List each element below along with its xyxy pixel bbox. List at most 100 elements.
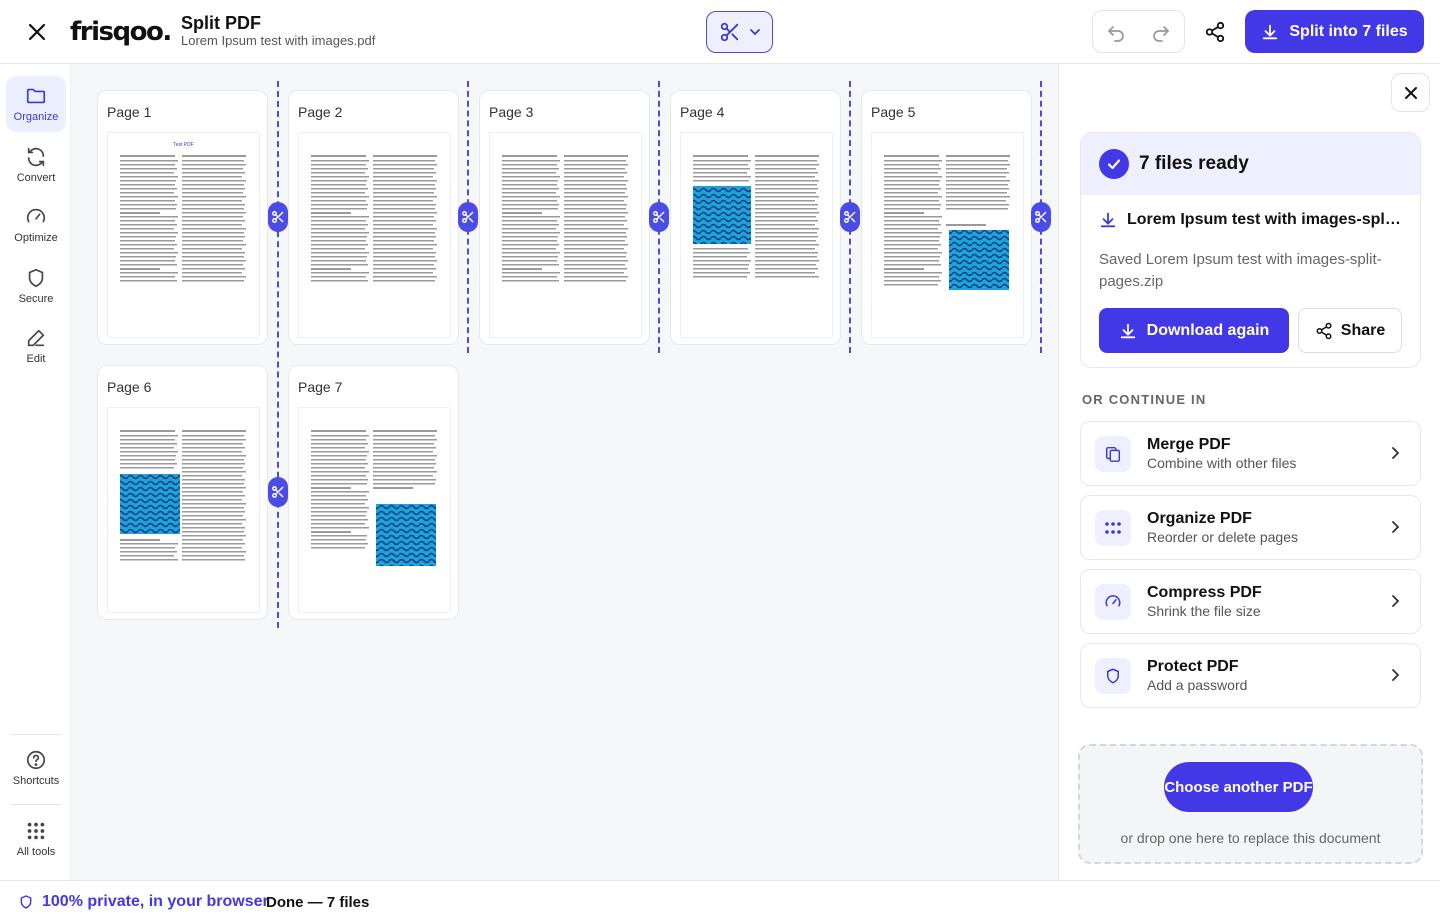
page-card[interactable]: Page 2 (288, 90, 459, 345)
output-file-row: Lorem Ipsum test with images-split-pages… (1099, 211, 1409, 229)
undo-redo-group (1092, 10, 1185, 53)
files-ready-card: 7 files ready Lorem Ipsum test with imag… (1080, 132, 1421, 368)
saved-message: Saved Lorem Ipsum test with images-split… (1099, 251, 1382, 290)
top-bar: frisqoo. Split PDF Lorem Ipsum test with… (0, 0, 1440, 64)
rail-label: Convert (16, 172, 56, 184)
chevron-right-icon (1388, 667, 1402, 683)
split-marker-button[interactable] (1031, 202, 1051, 232)
download-again-label: Download again (1146, 321, 1270, 339)
privacy-indicator: 100% private, in your browser (18, 893, 269, 911)
split-marker-button[interactable] (649, 202, 669, 232)
undo-button[interactable] (1093, 11, 1139, 52)
gauge-icon (25, 206, 47, 228)
page-canvas: Page 1 Test PDF Page 2 Page 3 Page 4 Pag… (71, 64, 1058, 880)
page-label: Page 7 (298, 379, 343, 395)
grid-icon (25, 820, 47, 842)
scissors-icon (271, 485, 285, 499)
tool-merge-pdf[interactable]: Merge PDF Combine with other files (1080, 421, 1421, 486)
shield-icon (1095, 658, 1131, 694)
close-panel-button[interactable] (1391, 73, 1430, 112)
split-marker-button[interactable] (840, 202, 860, 232)
page-thumbnail (489, 132, 642, 338)
page-card[interactable]: Page 6 (97, 365, 268, 620)
thumb-title: Test PDF (173, 142, 194, 148)
page-card[interactable]: Page 5 (861, 90, 1032, 345)
choose-another-pdf-button[interactable]: Choose another PDF (1164, 762, 1313, 812)
document-filename: Lorem Ipsum test with images.pdf (181, 33, 376, 48)
rail-label: Edit (26, 353, 46, 365)
split-marker-button[interactable] (268, 477, 288, 507)
tool-rail: Organize Convert Optimize Secure Edit Sh… (0, 64, 71, 880)
scissors-icon (719, 21, 741, 43)
download-icon (1119, 322, 1137, 340)
download-icon (1261, 23, 1279, 41)
page-card[interactable]: Page 4 (670, 90, 841, 345)
page-thumbnail (107, 407, 260, 613)
share-icon (1315, 322, 1333, 340)
files-ready-header: 7 files ready (1081, 133, 1420, 195)
tool-name: Merge PDF (1147, 436, 1231, 453)
rail-item-convert[interactable]: Convert (6, 137, 66, 193)
rail-item-edit[interactable]: Edit (6, 318, 66, 374)
tool-organize-pdf[interactable]: Organize PDF Reorder or delete pages (1080, 495, 1421, 560)
file-drop-zone[interactable]: Choose another PDF or drop one here to r… (1078, 744, 1423, 864)
share-label: Share (1340, 321, 1386, 339)
rail-item-secure[interactable]: Secure (6, 258, 66, 314)
merge-icon (1095, 436, 1131, 472)
status-bar: 100% private, in your browser Done — 7 f… (0, 880, 1440, 923)
scissors-icon (271, 210, 285, 224)
page-thumbnail (871, 132, 1024, 338)
tool-name: Protect PDF (1147, 658, 1239, 675)
drop-hint: or drop one here to replace this documen… (1120, 830, 1381, 846)
privacy-text: 100% private, in your browser (42, 893, 269, 910)
chevron-right-icon (1388, 593, 1402, 609)
split-mode-dropdown[interactable] (706, 11, 773, 53)
page-thumbnail (680, 132, 833, 338)
chevron-right-icon (1388, 445, 1402, 461)
split-into-files-button[interactable]: Split into 7 files (1245, 10, 1424, 53)
close-icon[interactable] (22, 17, 52, 47)
page-label: Page 1 (107, 104, 152, 120)
rail-item-organize[interactable]: Organize (6, 76, 66, 132)
help-icon (25, 749, 47, 771)
tool-description: Shrink the file size (1147, 603, 1261, 619)
tool-description: Combine with other files (1147, 455, 1297, 471)
rail-item-shortcuts[interactable]: Shortcuts (6, 740, 66, 796)
page-card[interactable]: Page 3 (479, 90, 650, 345)
undo-icon (1106, 22, 1126, 42)
rail-label: Organize (13, 111, 59, 123)
rail-item-optimize[interactable]: Optimize (6, 197, 66, 253)
share-icon[interactable] (1199, 16, 1231, 48)
split-cut-line (277, 81, 279, 628)
refresh-icon (25, 146, 47, 168)
page-card[interactable]: Page 1 Test PDF (97, 90, 268, 345)
page-label: Page 2 (298, 104, 343, 120)
chevron-right-icon (1388, 519, 1402, 535)
split-marker-button[interactable] (458, 202, 478, 232)
scissors-icon (461, 210, 475, 224)
tool-compress-pdf[interactable]: Compress PDF Shrink the file size (1080, 569, 1421, 634)
app-logo[interactable]: frisqoo. (70, 13, 172, 51)
rail-item-all-tools[interactable]: All tools (6, 811, 66, 867)
close-icon (1404, 86, 1418, 100)
redo-button[interactable] (1139, 11, 1185, 52)
tool-name: Organize PDF (1147, 510, 1252, 527)
rail-divider (10, 804, 62, 805)
output-file-name: Lorem Ipsum test with images-split-pages… (1127, 211, 1402, 228)
share-button[interactable]: Share (1298, 308, 1402, 353)
page-label: Page 6 (107, 379, 152, 395)
page-thumbnail (298, 132, 451, 338)
status-text: Done — 7 files (266, 894, 370, 911)
tool-name: Compress PDF (1147, 584, 1262, 601)
check-icon (1099, 149, 1129, 179)
scissors-icon (843, 210, 857, 224)
split-button-label: Split into 7 files (1289, 22, 1408, 40)
tool-protect-pdf[interactable]: Protect PDF Add a password (1080, 643, 1421, 708)
page-label: Page 5 (871, 104, 916, 120)
download-again-button[interactable]: Download again (1099, 308, 1289, 353)
gauge-icon (1095, 584, 1131, 620)
folder-icon (25, 85, 47, 107)
page-card[interactable]: Page 7 (288, 365, 459, 620)
redo-icon (1151, 22, 1171, 42)
split-marker-button[interactable] (268, 202, 288, 232)
